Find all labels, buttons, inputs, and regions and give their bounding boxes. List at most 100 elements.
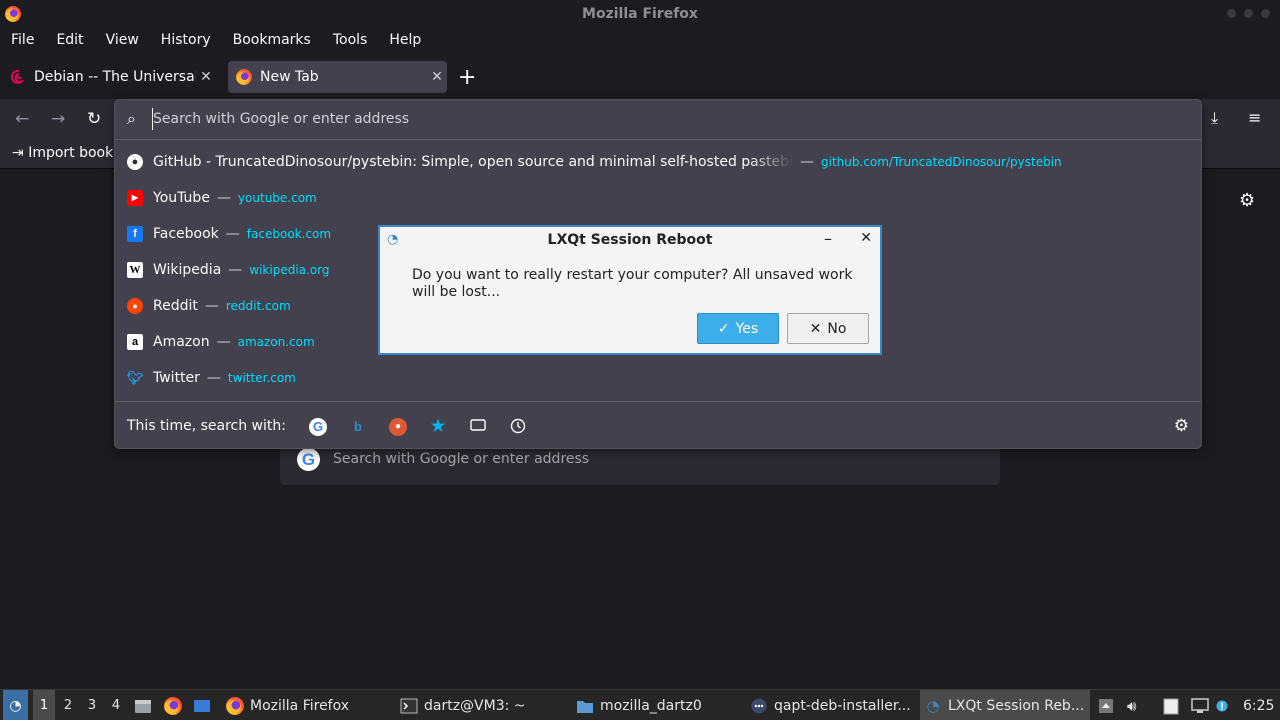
- yes-button[interactable]: ✓ Yes: [697, 313, 779, 344]
- import-bookmarks-label: Import book: [28, 145, 114, 161]
- menu-help[interactable]: Help: [378, 29, 432, 54]
- minimize-window-button[interactable]: [1227, 9, 1236, 18]
- maximize-window-button[interactable]: [1244, 9, 1253, 18]
- workspace-4[interactable]: 4: [105, 690, 127, 720]
- no-button[interactable]: ✕ No: [787, 313, 869, 344]
- one-off-search-bar: This time, search with: G b ● ★ ⚙: [115, 401, 1201, 449]
- result-separator: —: [206, 370, 221, 386]
- youtube-icon: ▶: [127, 190, 143, 206]
- cross-icon: ✕: [809, 320, 822, 337]
- eject-icon[interactable]: [1098, 690, 1118, 720]
- result-separator: —: [228, 262, 243, 278]
- new-tab-button[interactable]: +: [458, 65, 476, 90]
- clipboard-icon[interactable]: [1163, 690, 1183, 720]
- reddit-icon: ●: [127, 298, 143, 314]
- dialog-title: LXQt Session Reboot: [547, 232, 713, 248]
- network-icon[interactable]: [1191, 690, 1211, 720]
- close-icon[interactable]: ✕: [427, 69, 447, 85]
- tab-new-tab[interactable]: New Tab ✕: [228, 61, 447, 93]
- result-url: reddit.com: [225, 299, 291, 313]
- reboot-dialog: ◔ LXQt Session Reboot – ✕ Do you want to…: [378, 225, 882, 355]
- qapt-icon: [751, 698, 767, 713]
- result-title: YouTube: [153, 190, 210, 206]
- folder-icon: [577, 700, 593, 713]
- task-label: LXQt Session Reb...: [948, 697, 1085, 714]
- history-search-icon[interactable]: [509, 418, 527, 436]
- forward-icon[interactable]: →: [51, 109, 65, 129]
- tab-label: Debian -- The Universal Operating System: [34, 69, 196, 85]
- menubar: File Edit View History Bookmarks Tools H…: [0, 29, 1280, 54]
- task-firefox[interactable]: Mozilla Firefox: [222, 690, 392, 720]
- clock[interactable]: 6:25: [1243, 690, 1277, 720]
- terminal-icon: [400, 698, 418, 713]
- lxqt-icon: ◔: [926, 696, 940, 715]
- result-url: amazon.com: [237, 335, 315, 349]
- lxqt-start-icon: ◔: [9, 697, 22, 714]
- window-title: Mozilla Firefox: [582, 6, 698, 22]
- result-url: wikipedia.org: [249, 263, 330, 277]
- result-url: github.com/TruncatedDinosour/pystebin: [821, 155, 1062, 169]
- dialog-minimize-icon[interactable]: –: [824, 229, 832, 248]
- volume-icon[interactable]: 🔊︎: [1127, 690, 1147, 720]
- urlbar-input[interactable]: [152, 108, 752, 130]
- task-lxqt-session-reboot[interactable]: ◔ LXQt Session Reb...: [920, 690, 1090, 720]
- dialog-close-icon[interactable]: ✕: [860, 230, 872, 246]
- dialog-message: Do you want to really restart your compu…: [412, 267, 853, 300]
- facebook-icon: f: [127, 226, 143, 242]
- result-title: Wikipedia: [153, 262, 222, 278]
- ntp-search-placeholder: Search with Google or enter address: [333, 451, 590, 467]
- result-separator: —: [204, 298, 219, 314]
- urlbar-result-youtube[interactable]: ▶ YouTube — youtube.com: [115, 180, 1201, 216]
- task-label: dartz@VM3: ~: [424, 697, 526, 714]
- ntp-settings-gear-icon[interactable]: ⚙: [1239, 190, 1255, 211]
- downloads-icon[interactable]: ⤓: [1211, 108, 1218, 128]
- menu-history[interactable]: History: [150, 29, 222, 54]
- github-icon: ●: [127, 154, 143, 170]
- task-terminal[interactable]: dartz@VM3: ~: [396, 690, 566, 720]
- urlbar-search-row: ⌕: [115, 100, 1201, 140]
- file-manager-launcher-icon[interactable]: [134, 690, 154, 720]
- task-label: mozilla_dartz0: [600, 697, 702, 714]
- start-menu-button[interactable]: ◔: [3, 690, 28, 720]
- bookmarks-search-icon[interactable]: ★: [429, 418, 447, 436]
- tab-debian[interactable]: Debian -- The Universal Operating System…: [6, 61, 216, 93]
- urlbar-result-github[interactable]: ● GitHub - TruncatedDinosour/pystebin: S…: [115, 144, 1201, 180]
- check-icon: ✓: [717, 320, 730, 337]
- tabs-search-icon[interactable]: [469, 418, 487, 436]
- firefox-launcher-icon[interactable]: [164, 690, 186, 720]
- menu-tools[interactable]: Tools: [322, 29, 379, 54]
- close-icon[interactable]: ✕: [196, 69, 216, 85]
- search-icon: ⌕: [127, 109, 136, 128]
- menu-file[interactable]: File: [0, 29, 45, 54]
- wikipedia-icon: W: [127, 262, 143, 278]
- close-window-button[interactable]: [1261, 9, 1270, 18]
- task-file-manager[interactable]: mozilla_dartz0: [572, 690, 742, 720]
- workspace-1[interactable]: 1: [33, 690, 55, 720]
- search-settings-gear-icon[interactable]: ⚙: [1174, 416, 1189, 436]
- result-separator: —: [800, 154, 814, 170]
- menu-view[interactable]: View: [95, 29, 150, 54]
- tab-label: New Tab: [260, 69, 319, 85]
- result-separator: —: [216, 190, 231, 206]
- urlbar-result-twitter[interactable]: 🐦︎ Twitter — twitter.com: [115, 360, 1201, 396]
- bing-engine-icon[interactable]: b: [349, 418, 367, 436]
- result-url: facebook.com: [246, 227, 332, 241]
- app-menu-icon[interactable]: ≡: [1248, 108, 1261, 127]
- result-title: Amazon: [153, 334, 210, 350]
- firefox-icon: [226, 696, 244, 715]
- import-bookmarks-button[interactable]: ⇥ Import book: [12, 145, 113, 161]
- workspace-3[interactable]: 3: [81, 690, 103, 720]
- workspace-2[interactable]: 2: [57, 690, 79, 720]
- task-qapt-installer[interactable]: qapt-deb-installer...: [746, 690, 916, 720]
- back-icon[interactable]: ←: [15, 109, 29, 129]
- reload-icon[interactable]: ↻: [87, 109, 101, 129]
- notification-icon[interactable]: [1216, 690, 1230, 720]
- desktop-launcher-icon[interactable]: [193, 690, 215, 720]
- result-url: youtube.com: [237, 191, 317, 205]
- duckduckgo-engine-icon[interactable]: ●: [389, 418, 407, 436]
- debian-icon: [10, 69, 24, 84]
- menu-bookmarks[interactable]: Bookmarks: [222, 29, 322, 54]
- google-engine-icon[interactable]: G: [309, 418, 327, 436]
- window-controls: [1227, 9, 1270, 18]
- menu-edit[interactable]: Edit: [45, 29, 94, 54]
